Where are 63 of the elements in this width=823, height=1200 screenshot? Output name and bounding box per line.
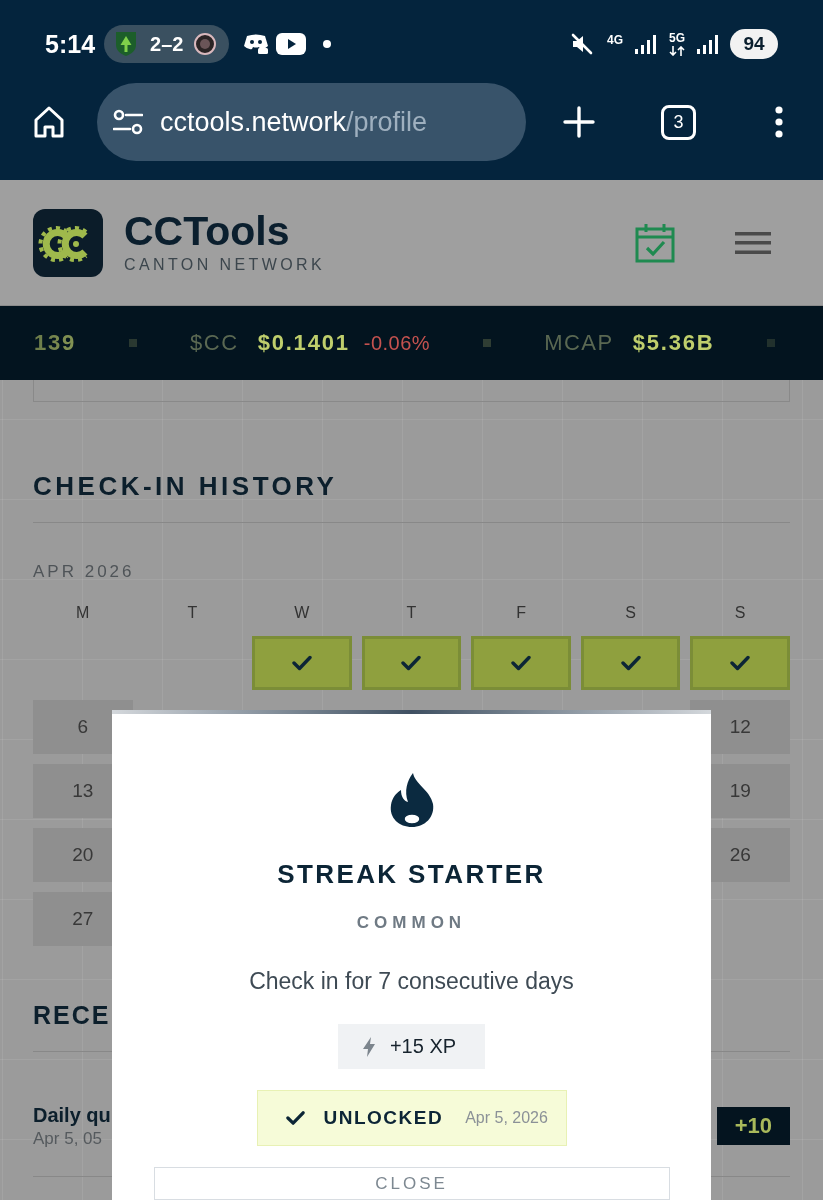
check-icon: [511, 655, 532, 671]
controller-icon: [243, 33, 270, 55]
crest-icon: [194, 33, 217, 55]
close-button[interactable]: CLOSE: [153, 1167, 670, 1200]
xp-amount: +15 XP: [389, 1035, 457, 1058]
menu-icon[interactable]: [735, 231, 771, 254]
score-pill[interactable]: 2–2: [104, 25, 230, 63]
plus-icon[interactable]: [563, 106, 595, 138]
status-label: UNLOCKED: [323, 1107, 444, 1129]
ticker-label: MCAP: [544, 330, 614, 356]
weekday-label: S: [734, 604, 746, 622]
achievement-description: Check in for 7 consecutive days: [249, 967, 574, 995]
mute-icon: [569, 32, 594, 56]
weekday-label: F: [516, 604, 526, 622]
weekday-label: T: [187, 604, 198, 622]
check-icon: [291, 655, 312, 671]
ticker-change: -0.06%: [363, 331, 431, 355]
square-icon: [767, 339, 776, 347]
home-icon[interactable]: [33, 105, 65, 139]
status-time: 5:14: [45, 30, 96, 58]
play-icon: [276, 33, 307, 55]
network-type: 4G: [606, 33, 623, 47]
activity-date: Apr 5, 05: [33, 1128, 102, 1150]
dot-icon: [323, 40, 332, 48]
check-icon: [401, 655, 422, 671]
bolt-icon: [362, 1036, 375, 1057]
section-title: CHECK-IN HISTORY: [33, 470, 338, 502]
tab-count-button[interactable]: 3: [661, 104, 696, 140]
check-icon: [730, 655, 751, 671]
check-icon: [620, 655, 641, 671]
points-badge: +10: [716, 1107, 790, 1145]
weekday-label: S: [625, 604, 636, 622]
url-text[interactable]: cctools.network/profile: [160, 106, 428, 138]
section-title: RECE: [33, 1000, 111, 1031]
weekday-label: W: [294, 604, 310, 622]
gear-logo-icon[interactable]: [33, 208, 103, 277]
ticker-value: $0.1401: [257, 330, 350, 356]
ticker-label: $CC: [190, 330, 239, 356]
shield-icon: [115, 31, 138, 57]
address-bar[interactable]: cctools.network/profile: [97, 83, 526, 161]
flame-icon: [388, 773, 435, 827]
network-type: 5G: [669, 32, 685, 45]
check-icon: [285, 1110, 305, 1126]
achievement-title: STREAK STARTER: [277, 858, 546, 890]
more-menu-icon[interactable]: [775, 106, 783, 138]
activity-title: Daily qu: [33, 1103, 111, 1128]
month-label: APR 2026: [33, 561, 135, 583]
square-icon: [129, 339, 138, 347]
calendar-check-icon[interactable]: [635, 222, 675, 263]
rarity-label: COMMON: [356, 913, 467, 933]
signal-icon: [634, 34, 656, 54]
ticker-value: $5.36B: [632, 330, 715, 356]
weekday-label: M: [76, 604, 90, 622]
signal-icon: [696, 34, 718, 54]
square-icon: [483, 339, 492, 347]
sliders-icon[interactable]: [113, 109, 143, 135]
battery-indicator: 94: [730, 29, 778, 59]
brand-subtitle: CANTON NETWORK: [124, 256, 326, 274]
match-score: 2–2: [150, 32, 184, 56]
weekday-label: T: [406, 604, 417, 622]
unlock-date: Apr 5, 2026: [465, 1109, 548, 1127]
ticker-value: 139: [34, 330, 77, 356]
brand-title: CCTools: [124, 211, 291, 251]
